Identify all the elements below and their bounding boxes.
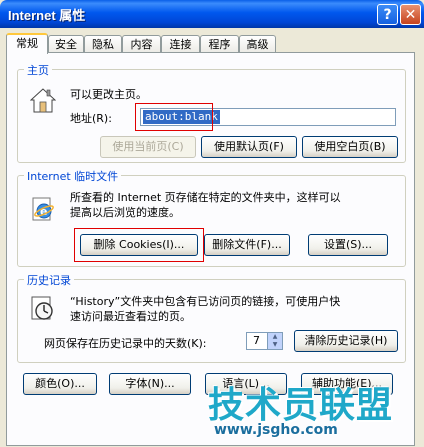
tab-security[interactable]: 安全 bbox=[48, 35, 84, 52]
window-title: Internet 属性 bbox=[8, 8, 86, 23]
delete-files-button[interactable]: 删除文件(F)... bbox=[204, 234, 290, 256]
watermark-url: www.jsgho.com bbox=[214, 422, 338, 438]
watermark: 技术员联盟 www.jsgho.com bbox=[196, 376, 424, 447]
history-description-2: 速访问最近查看过的页。 bbox=[70, 310, 191, 323]
close-button[interactable]: ✕ bbox=[400, 4, 421, 25]
highlight-box-address bbox=[135, 103, 213, 131]
use-current-button[interactable]: 使用当前页(C) bbox=[100, 136, 196, 158]
history-days-value: 7 bbox=[253, 334, 260, 347]
fonts-button[interactable]: 字体(N)... bbox=[109, 373, 191, 395]
temp-files-description-1: 所查看的 Internet 页存储在特定的文件夹中，这样可以 bbox=[70, 191, 341, 204]
tab-content[interactable]: 内容 bbox=[122, 35, 161, 52]
tab-privacy[interactable]: 隐私 bbox=[84, 35, 122, 52]
highlight-box-cookies bbox=[74, 228, 204, 262]
use-blank-button[interactable]: 使用空白页(B) bbox=[302, 136, 398, 158]
history-group: 历史记录 “History”文件夹中包含有已访问页的链接，可使用户快 速访问最近… bbox=[17, 272, 406, 363]
help-button[interactable]: ? bbox=[377, 4, 398, 25]
history-days-input[interactable]: 7 bbox=[246, 332, 268, 350]
title-bar[interactable]: Internet 属性 ? ✕ bbox=[0, 0, 424, 28]
history-icon bbox=[31, 296, 53, 320]
tab-advanced[interactable]: 高级 bbox=[239, 35, 276, 52]
temp-files-group: Internet 临时文件 e 所查看的 Internet 页存储在特定的文件夹… bbox=[17, 168, 406, 267]
history-days-label: 网页保存在历史记录中的天数(K): bbox=[44, 337, 207, 350]
homepage-description: 可以更改主页。 bbox=[70, 88, 147, 101]
tab-connections[interactable]: 连接 bbox=[161, 35, 200, 52]
spin-down-icon[interactable]: ▼ bbox=[268, 341, 282, 349]
use-default-button[interactable]: 使用默认页(F) bbox=[201, 136, 297, 158]
homepage-group-title: 主页 bbox=[24, 62, 52, 78]
spin-up-icon[interactable]: ▲ bbox=[268, 333, 282, 341]
address-label: 地址(R): bbox=[70, 112, 112, 125]
history-group-title: 历史记录 bbox=[24, 272, 74, 288]
settings-button[interactable]: 设置(S)... bbox=[308, 234, 388, 256]
temp-files-description-2: 提高以后浏览的速度。 bbox=[70, 206, 180, 219]
watermark-name: 技术员联盟 bbox=[208, 385, 394, 426]
history-description-1: “History”文件夹中包含有已访问页的链接，可使用户快 bbox=[70, 295, 341, 308]
homepage-group: 主页 可以更改主页。 地址(R): about:blank 使用当前页(C) 使… bbox=[17, 62, 406, 163]
temp-files-group-title: Internet 临时文件 bbox=[24, 168, 122, 184]
colors-button[interactable]: 颜色(O)... bbox=[23, 373, 97, 395]
clear-history-button[interactable]: 清除历史记录(H) bbox=[294, 330, 398, 352]
ie-file-icon: e bbox=[32, 197, 54, 221]
home-icon bbox=[30, 88, 56, 113]
tab-general[interactable]: 常规 bbox=[6, 33, 48, 54]
history-days-spinner[interactable]: ▲ ▼ bbox=[267, 332, 283, 350]
tab-programs[interactable]: 程序 bbox=[200, 35, 239, 52]
